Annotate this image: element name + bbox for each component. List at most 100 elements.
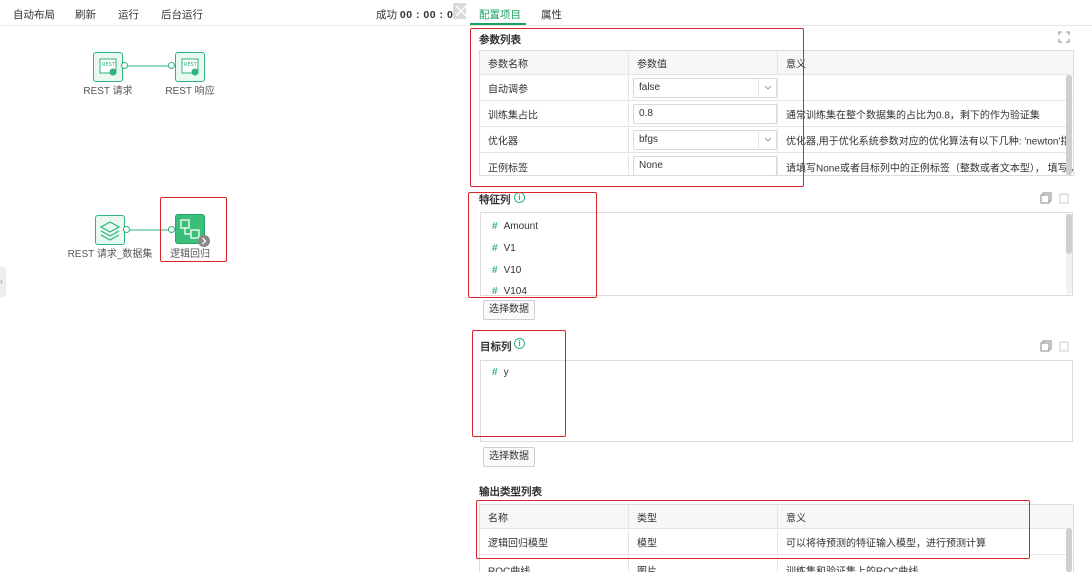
output-types-table: 名称 类型 意义 逻辑回归模型 模型 可以将待预测的特征输入模型，进行预测计算 …	[479, 504, 1074, 572]
fullscreen-icon[interactable]	[1058, 31, 1070, 43]
table-row: 正例标签 None 请填写None或者目标列中的正例标签（整数或者文本型）， 填…	[480, 154, 1074, 175]
optimizer-select[interactable]: bfgs	[633, 130, 777, 150]
list-item[interactable]: # Amount	[492, 221, 538, 232]
table-row: ROC曲线 图片 训练集和验证集上的ROC曲线	[480, 556, 1073, 572]
header-cell: 参数名称	[480, 51, 629, 74]
list-item[interactable]: # V10	[492, 265, 521, 276]
feature-list-scrollbar[interactable]	[1066, 214, 1072, 294]
feature-columns-list[interactable]: # Amount # V1 # V10 # V104	[480, 212, 1073, 296]
side-collapse-handle[interactable]: ‹	[0, 267, 6, 297]
input-port[interactable]	[168, 226, 175, 233]
chevron-down-icon	[758, 79, 776, 97]
tab-config[interactable]: 配置项目	[479, 7, 521, 22]
param-value-cell: 0.8	[629, 102, 778, 126]
run-status: 成功 00 : 00 : 02	[376, 7, 460, 22]
param-name-cell: 正例标签	[480, 154, 629, 175]
param-meaning-cell: 请填写None或者目标列中的正例标签（整数或者文本型）， 填写N...	[786, 163, 1074, 174]
flow-canvas[interactable]: REST REST 请求 REST REST 响应 REST 请求_数据集 逻辑…	[0, 27, 466, 572]
select-feature-data-button[interactable]: 选择数据	[483, 300, 535, 320]
param-value-cell: None	[629, 154, 778, 175]
output-type-cell: 模型	[629, 530, 778, 554]
header-cell: 参数值	[629, 51, 778, 74]
chevron-left-icon: ‹	[0, 276, 3, 286]
output-name-cell: 逻辑回归模型	[480, 530, 629, 554]
svg-text:REST: REST	[102, 62, 116, 68]
output-meaning-cell: 训练集和验证集上的ROC曲线	[786, 566, 919, 572]
list-item[interactable]: # y	[492, 367, 509, 378]
status-label: 成功	[376, 9, 397, 21]
number-type-icon: #	[492, 367, 498, 378]
output-type-cell: 图片	[629, 556, 778, 572]
active-tab-indicator	[470, 23, 526, 25]
number-type-icon: #	[492, 243, 498, 254]
table-row: 训练集占比 0.8 通常训练集在整个数据集的占比为0.8，剩下的作为验证集	[480, 102, 1073, 127]
clear-icon[interactable]	[1058, 192, 1070, 204]
header-cell: 意义	[786, 59, 806, 70]
info-icon[interactable]: i	[514, 192, 525, 203]
param-value-cell: bfgs	[629, 128, 778, 152]
positive-label-input[interactable]: None	[633, 156, 777, 175]
target-column-list[interactable]: # y	[480, 360, 1073, 442]
auto-tune-select[interactable]: false	[633, 78, 777, 98]
output-types-title: 输出类型列表	[479, 486, 542, 498]
table-row: 优化器 bfgs 优化器,用于优化系统参数对应的优化算法有以下几种: 'newt…	[480, 128, 1073, 153]
clear-icon[interactable]	[1058, 340, 1070, 352]
table-row: 逻辑回归模型 模型 可以将待预测的特征输入模型，进行预测计算	[480, 530, 1073, 555]
refresh-button[interactable]: 刷新	[75, 7, 96, 22]
output-table-scrollbar[interactable]	[1066, 528, 1072, 572]
train-ratio-input[interactable]: 0.8	[633, 104, 777, 124]
table-row: 自动调参 false	[480, 76, 1073, 101]
scroll-thumb[interactable]	[1066, 528, 1072, 572]
config-panel: 配置项目 属性 参数列表 参数名称 参数值 意义 自动调参 false 训练集占…	[466, 0, 1092, 572]
chevron-right-icon[interactable]	[198, 235, 210, 247]
tab-properties[interactable]: 属性	[541, 7, 562, 22]
run-button[interactable]: 运行	[118, 7, 139, 22]
number-type-icon: #	[492, 286, 498, 296]
number-type-icon: #	[492, 265, 498, 276]
auto-layout-button[interactable]: 自动布局	[13, 7, 55, 22]
table-header-row: 参数名称 参数值 意义	[480, 51, 1073, 75]
output-meaning-cell: 可以将待预测的特征输入模型，进行预测计算	[786, 538, 986, 550]
param-value-cell: false	[629, 76, 778, 100]
select-target-data-button[interactable]: 选择数据	[483, 447, 535, 467]
param-meaning-cell	[778, 76, 1073, 100]
output-port[interactable]	[121, 62, 128, 69]
param-list-title: 参数列表	[479, 34, 521, 46]
number-type-icon: #	[492, 221, 498, 232]
param-meaning-cell: 优化器,用于优化系统参数对应的优化算法有以下几种: 'newton'指...	[786, 136, 1074, 148]
output-name-cell: ROC曲线	[480, 556, 629, 572]
param-name-cell: 优化器	[480, 128, 629, 152]
input-port[interactable]	[168, 62, 175, 69]
output-port[interactable]	[123, 226, 130, 233]
copy-icon[interactable]	[1040, 192, 1052, 204]
connection-lines	[126, 65, 171, 231]
copy-icon[interactable]	[1040, 340, 1052, 352]
header-cell: 意义	[786, 513, 806, 524]
table-header-row: 名称 类型 意义	[480, 505, 1073, 529]
rest-api-icon: REST	[93, 52, 123, 82]
target-column-title: 目标列	[480, 341, 512, 353]
status-time: 00 : 00 : 02	[399, 9, 460, 21]
param-name-cell: 训练集占比	[480, 102, 629, 126]
info-icon[interactable]: i	[514, 338, 525, 349]
background-run-button[interactable]: 后台运行	[161, 7, 203, 22]
top-toolbar: 自动布局 刷新 运行 后台运行 成功 00 : 00 : 02	[0, 0, 469, 26]
chevron-down-icon	[758, 131, 776, 149]
list-item[interactable]: # V104	[492, 286, 527, 296]
node-label: REST 请求	[83, 86, 133, 97]
param-table: 参数名称 参数值 意义 自动调参 false 训练集占比 0.8 通常训练集在整…	[479, 50, 1074, 176]
node-label: 逻辑回归	[170, 249, 210, 260]
node-label: REST 请求_数据集	[67, 249, 153, 260]
rest-api-icon: REST	[175, 52, 205, 82]
param-table-scrollbar[interactable]	[1066, 75, 1072, 175]
header-cell: 名称	[480, 505, 629, 528]
scroll-thumb[interactable]	[1066, 75, 1072, 175]
node-label: REST 响应	[165, 86, 215, 97]
param-name-cell: 自动调参	[480, 76, 629, 100]
scroll-thumb[interactable]	[1066, 214, 1072, 254]
feature-columns-title: 特征列	[479, 194, 511, 206]
dataset-layers-icon	[95, 215, 125, 245]
list-item[interactable]: # V1	[492, 243, 516, 254]
panel-tabs: 配置项目 属性	[466, 0, 1092, 26]
param-meaning-cell: 通常训练集在整个数据集的占比为0.8，剩下的作为验证集	[786, 110, 1040, 122]
